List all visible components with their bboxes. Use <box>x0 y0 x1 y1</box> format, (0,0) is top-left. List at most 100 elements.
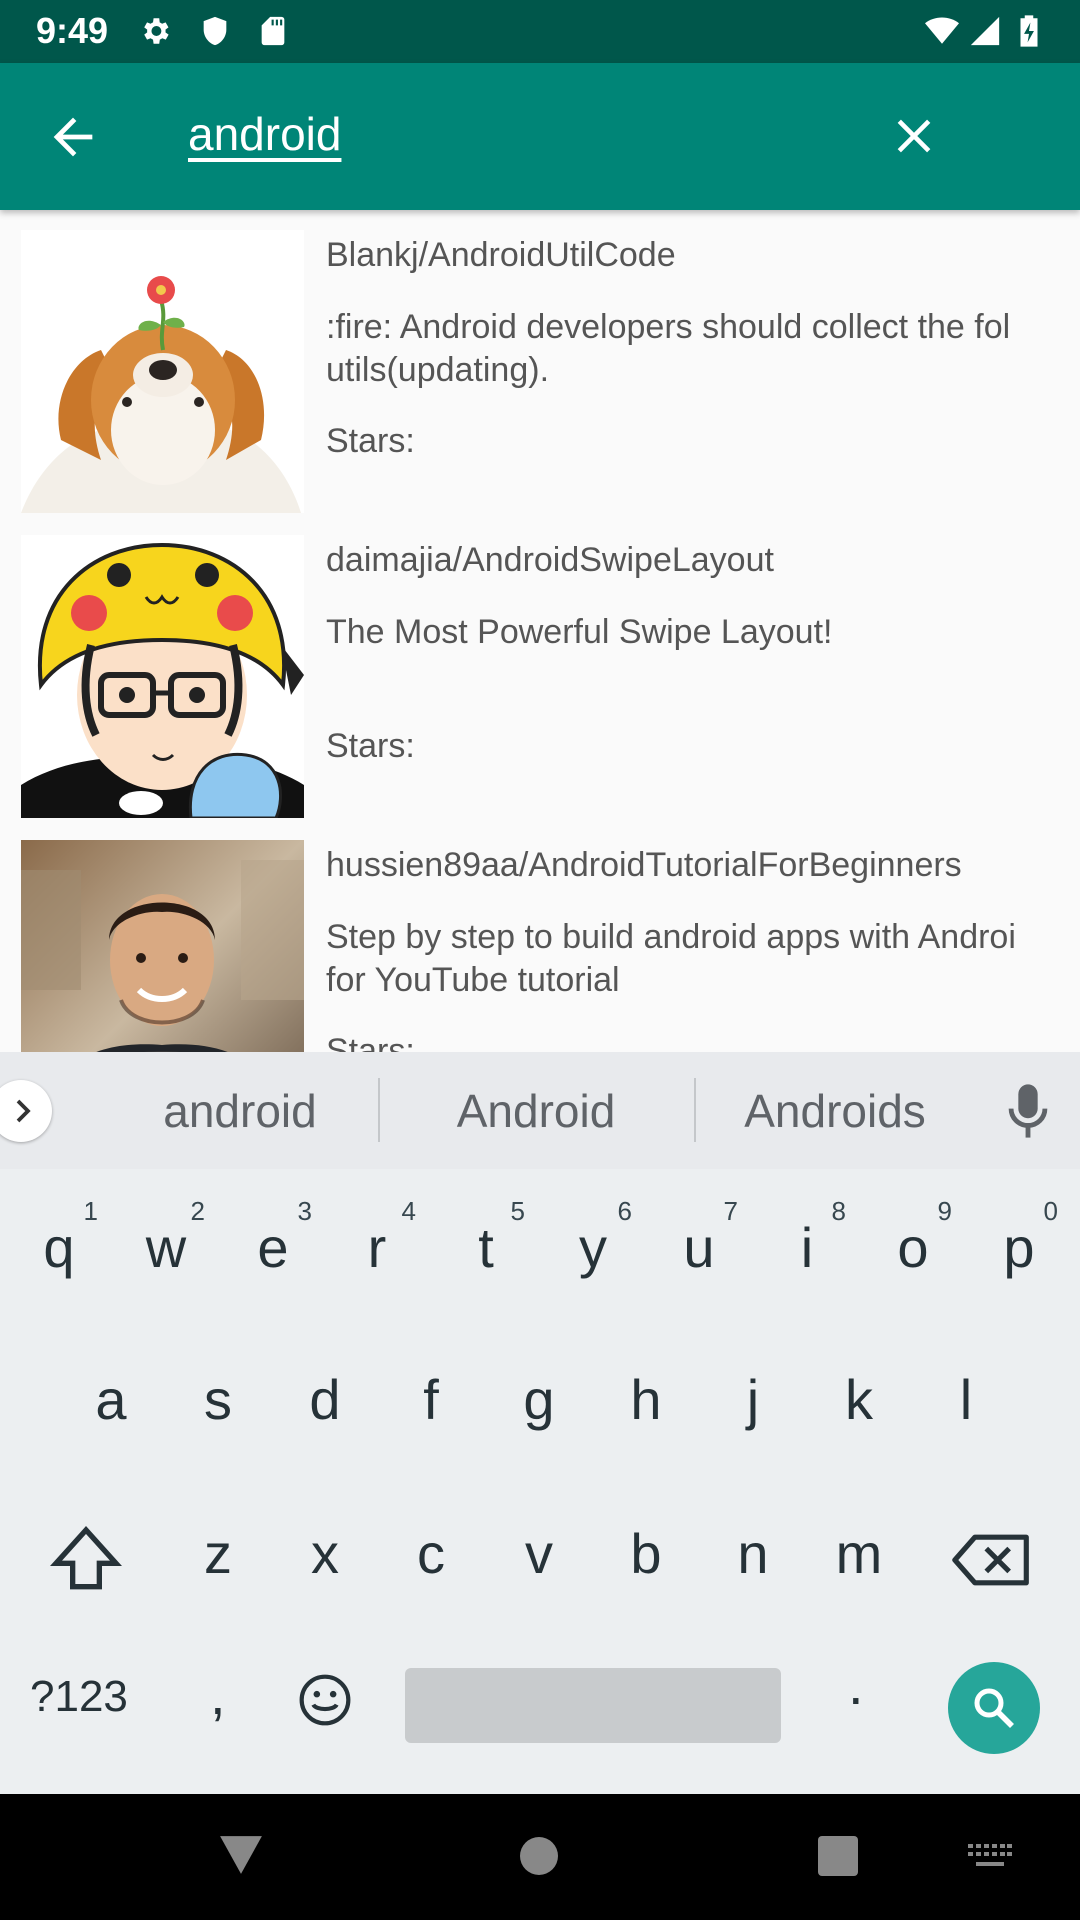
key-x[interactable]: x <box>272 1488 378 1608</box>
key-i[interactable]: i8 <box>754 1182 860 1302</box>
space-key[interactable] <box>405 1668 781 1743</box>
key-hint: 7 <box>723 1196 738 1226</box>
list-item[interactable]: hussien89aa/AndroidTutorialForBeginners … <box>0 820 1080 1052</box>
key-letter: p <box>1003 1216 1035 1279</box>
backspace-icon <box>952 1534 1029 1586</box>
repository-list[interactable]: Blankj/AndroidUtilCode :fire: Android de… <box>0 210 1080 1052</box>
gear-icon <box>138 14 172 48</box>
back-triangle-icon <box>220 1836 262 1874</box>
chevron-right-icon <box>16 1099 31 1123</box>
key-f[interactable]: f <box>378 1334 484 1454</box>
key-k[interactable]: k <box>806 1334 912 1454</box>
key-letter: i <box>800 1216 814 1279</box>
soft-keyboard: android Android Androids q1 w2 e3 r4 t5 … <box>0 1052 1080 1794</box>
close-icon <box>897 119 931 153</box>
key-letter: m <box>835 1522 883 1585</box>
key-letter: t <box>478 1216 494 1279</box>
key-letter: l <box>959 1368 973 1431</box>
key-letter: w <box>145 1216 187 1279</box>
expand-toolbar-button[interactable] <box>0 1080 52 1142</box>
key-w[interactable]: w2 <box>113 1182 219 1302</box>
key-t[interactable]: t5 <box>433 1182 539 1302</box>
key-c[interactable]: c <box>378 1488 484 1608</box>
suggestion-3[interactable]: Androids <box>715 1084 955 1138</box>
key-b[interactable]: b <box>593 1488 699 1608</box>
mic-button[interactable] <box>1005 1082 1051 1140</box>
key-j[interactable]: j <box>700 1334 806 1454</box>
key-letter: f <box>423 1368 439 1431</box>
repo-description: Step by step to build android apps with … <box>326 918 1016 999</box>
home-circle-icon <box>520 1837 558 1875</box>
emoji-key[interactable] <box>297 1672 353 1728</box>
suggestion-2[interactable]: Android <box>416 1084 656 1138</box>
comma-key[interactable]: , <box>210 1662 226 1727</box>
corgi-with-flower-avatar <box>21 230 304 513</box>
keyboard-switch-button[interactable] <box>968 1844 1012 1875</box>
symbols-key[interactable]: ?123 <box>30 1672 128 1722</box>
signal-icon <box>968 14 1002 48</box>
key-letter: z <box>204 1522 232 1585</box>
key-a[interactable]: a <box>58 1334 164 1454</box>
key-n[interactable]: n <box>700 1488 806 1608</box>
key-o[interactable]: o9 <box>860 1182 966 1302</box>
key-m[interactable]: m <box>806 1488 912 1608</box>
key-hint: 3 <box>297 1196 312 1226</box>
key-g[interactable]: g <box>486 1334 592 1454</box>
wifi-icon <box>922 14 962 48</box>
sd-card-icon <box>256 14 290 48</box>
search-action-key[interactable] <box>948 1662 1040 1754</box>
key-r[interactable]: r4 <box>324 1182 430 1302</box>
key-y[interactable]: y6 <box>540 1182 646 1302</box>
key-letter: x <box>311 1522 339 1585</box>
key-q[interactable]: q1 <box>6 1182 112 1302</box>
list-item[interactable]: Blankj/AndroidUtilCode :fire: Android de… <box>0 210 1080 515</box>
battery-charging-icon <box>1016 14 1042 48</box>
repo-stars: Stars: <box>326 422 415 460</box>
system-nav-bar <box>0 1794 1080 1920</box>
suggestion-divider <box>694 1078 696 1142</box>
nav-back-button[interactable] <box>218 1834 264 1881</box>
key-letter: j <box>746 1368 760 1431</box>
key-z[interactable]: z <box>165 1488 271 1608</box>
clear-search-button[interactable] <box>886 108 942 164</box>
suggestion-1[interactable]: android <box>120 1084 360 1138</box>
key-letter: u <box>683 1216 715 1279</box>
shift-arrow-icon <box>50 1526 122 1590</box>
key-hint: 6 <box>617 1196 632 1226</box>
key-p[interactable]: p0 <box>966 1182 1072 1302</box>
back-button[interactable] <box>44 108 102 166</box>
repo-stars: Stars: <box>326 1032 415 1052</box>
key-letter: r <box>367 1216 387 1279</box>
key-letter: y <box>579 1216 607 1279</box>
key-e[interactable]: e3 <box>220 1182 326 1302</box>
key-v[interactable]: v <box>486 1488 592 1608</box>
repo-stars: Stars: <box>326 727 415 765</box>
search-app-bar: android <box>0 63 1080 210</box>
key-s[interactable]: s <box>165 1334 271 1454</box>
key-u[interactable]: u7 <box>646 1182 752 1302</box>
key-hint: 1 <box>83 1196 98 1226</box>
key-h[interactable]: h <box>593 1334 699 1454</box>
period-key[interactable]: . <box>848 1652 864 1717</box>
key-hint: 9 <box>937 1196 952 1226</box>
nav-home-button[interactable] <box>519 1836 559 1881</box>
search-input[interactable]: android <box>188 107 341 161</box>
repo-name: Blankj/AndroidUtilCode <box>326 236 676 274</box>
repo-name: hussien89aa/AndroidTutorialForBeginners <box>326 846 962 884</box>
repo-avatar <box>21 230 304 513</box>
repo-avatar <box>21 535 304 818</box>
keyboard-switch-icon <box>968 1844 1012 1866</box>
key-letter: a <box>95 1368 127 1431</box>
arrow-back-icon <box>53 117 93 157</box>
key-d[interactable]: d <box>272 1334 378 1454</box>
key-l[interactable]: l <box>913 1334 1019 1454</box>
shift-key[interactable] <box>46 1520 126 1600</box>
key-hint: 4 <box>401 1196 416 1226</box>
nav-recents-button[interactable] <box>818 1836 858 1881</box>
list-item[interactable]: daimajia/AndroidSwipeLayout The Most Pow… <box>0 515 1080 820</box>
key-hint: 2 <box>190 1196 205 1226</box>
delete-key[interactable] <box>952 1520 1032 1600</box>
key-letter: v <box>525 1522 553 1585</box>
key-letter: s <box>204 1368 232 1431</box>
repo-description: :fire: Android developers should collect… <box>326 308 1011 389</box>
